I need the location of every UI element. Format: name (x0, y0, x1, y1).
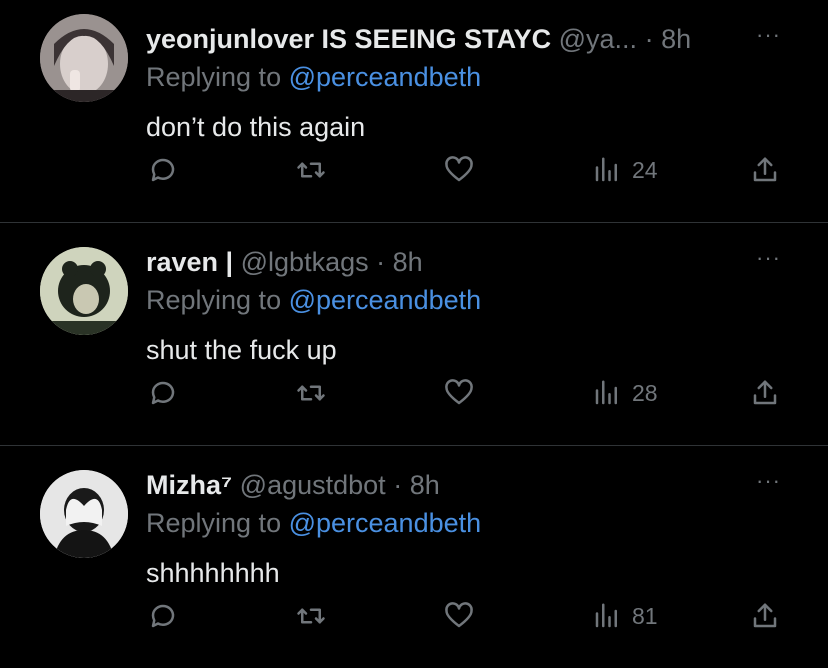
retweet-icon (297, 385, 325, 401)
action-bar: 24 (0, 150, 828, 190)
separator-dot: · (393, 470, 403, 500)
tweet-text: don’t do this again (146, 112, 366, 142)
reply-button[interactable] (148, 373, 178, 413)
replying-to-label: Replying to (146, 285, 289, 315)
replying-to-link[interactable]: @perceandbeth (289, 508, 482, 538)
separator-dot: · (644, 24, 654, 54)
share-icon (753, 603, 777, 628)
more-options-icon[interactable]: ··· (756, 245, 781, 271)
views-icon (595, 380, 617, 405)
reply-icon (151, 158, 175, 182)
reply-icon (151, 381, 175, 405)
heart-icon (445, 602, 473, 628)
tweet[interactable]: raven | @lgbtkags · 8h ··· Replying to @… (0, 223, 828, 445)
replying-to-line: Replying to @perceandbeth (146, 506, 481, 540)
retweet-button[interactable] (296, 596, 326, 636)
tweet-header: Mizha⁷ @agustdbot · 8h (146, 468, 440, 502)
replying-to-label: Replying to (146, 62, 289, 92)
replying-to-label: Replying to (146, 508, 289, 538)
views-button[interactable]: 24 (592, 150, 658, 190)
retweet-button[interactable] (296, 150, 326, 190)
like-button[interactable] (444, 150, 474, 190)
avatar[interactable] (40, 247, 128, 335)
more-options-icon[interactable]: ··· (756, 468, 781, 494)
share-button[interactable] (750, 596, 780, 636)
tweet-text: shut the fuck up (146, 335, 337, 365)
user-handle[interactable]: @ya... (559, 24, 637, 54)
reply-button[interactable] (148, 150, 178, 190)
display-name[interactable]: raven | (146, 247, 233, 277)
action-bar: 28 (0, 373, 828, 413)
like-button[interactable] (444, 373, 474, 413)
view-count: 28 (632, 379, 658, 406)
like-button[interactable] (444, 596, 474, 636)
retweet-button[interactable] (296, 373, 326, 413)
views-icon (595, 157, 617, 182)
tweet[interactable]: yeonjunlover IS SEEING STAYC @ya... · 8h… (0, 0, 828, 222)
replying-to-line: Replying to @perceandbeth (146, 283, 481, 317)
heart-icon (445, 379, 473, 405)
display-name[interactable]: yeonjunlover IS SEEING STAYC (146, 24, 551, 54)
tweet[interactable]: Mizha⁷ @agustdbot · 8h ··· Replying to @… (0, 446, 828, 668)
timestamp[interactable]: 8h (410, 470, 440, 500)
share-icon (753, 157, 777, 182)
timestamp[interactable]: 8h (661, 24, 691, 54)
view-count: 81 (632, 602, 658, 629)
reply-icon (151, 604, 175, 628)
retweet-icon (297, 162, 325, 178)
action-bar: 81 (0, 596, 828, 636)
retweet-icon (297, 608, 325, 624)
share-icon (753, 380, 777, 405)
tweet-header: raven | @lgbtkags · 8h (146, 245, 423, 279)
views-button[interactable]: 81 (592, 596, 658, 636)
share-button[interactable] (750, 150, 780, 190)
replying-to-link[interactable]: @perceandbeth (289, 285, 482, 315)
replying-to-link[interactable]: @perceandbeth (289, 62, 482, 92)
user-handle[interactable]: @lgbtkags (241, 247, 369, 277)
reply-button[interactable] (148, 596, 178, 636)
tweet-text: shhhhhhhh (146, 558, 280, 588)
views-button[interactable]: 28 (592, 373, 658, 413)
replying-to-line: Replying to @perceandbeth (146, 60, 481, 94)
separator-dot: · (376, 247, 386, 277)
display-name[interactable]: Mizha⁷ (146, 470, 232, 500)
timestamp[interactable]: 8h (393, 247, 423, 277)
more-options-icon[interactable]: ··· (756, 22, 781, 48)
share-button[interactable] (750, 373, 780, 413)
view-count: 24 (632, 156, 658, 183)
user-handle[interactable]: @agustdbot (240, 470, 386, 500)
heart-icon (445, 156, 473, 182)
avatar[interactable] (40, 470, 128, 558)
views-icon (595, 603, 617, 628)
tweet-header: yeonjunlover IS SEEING STAYC @ya... · 8h (146, 22, 691, 56)
avatar[interactable] (40, 14, 128, 102)
